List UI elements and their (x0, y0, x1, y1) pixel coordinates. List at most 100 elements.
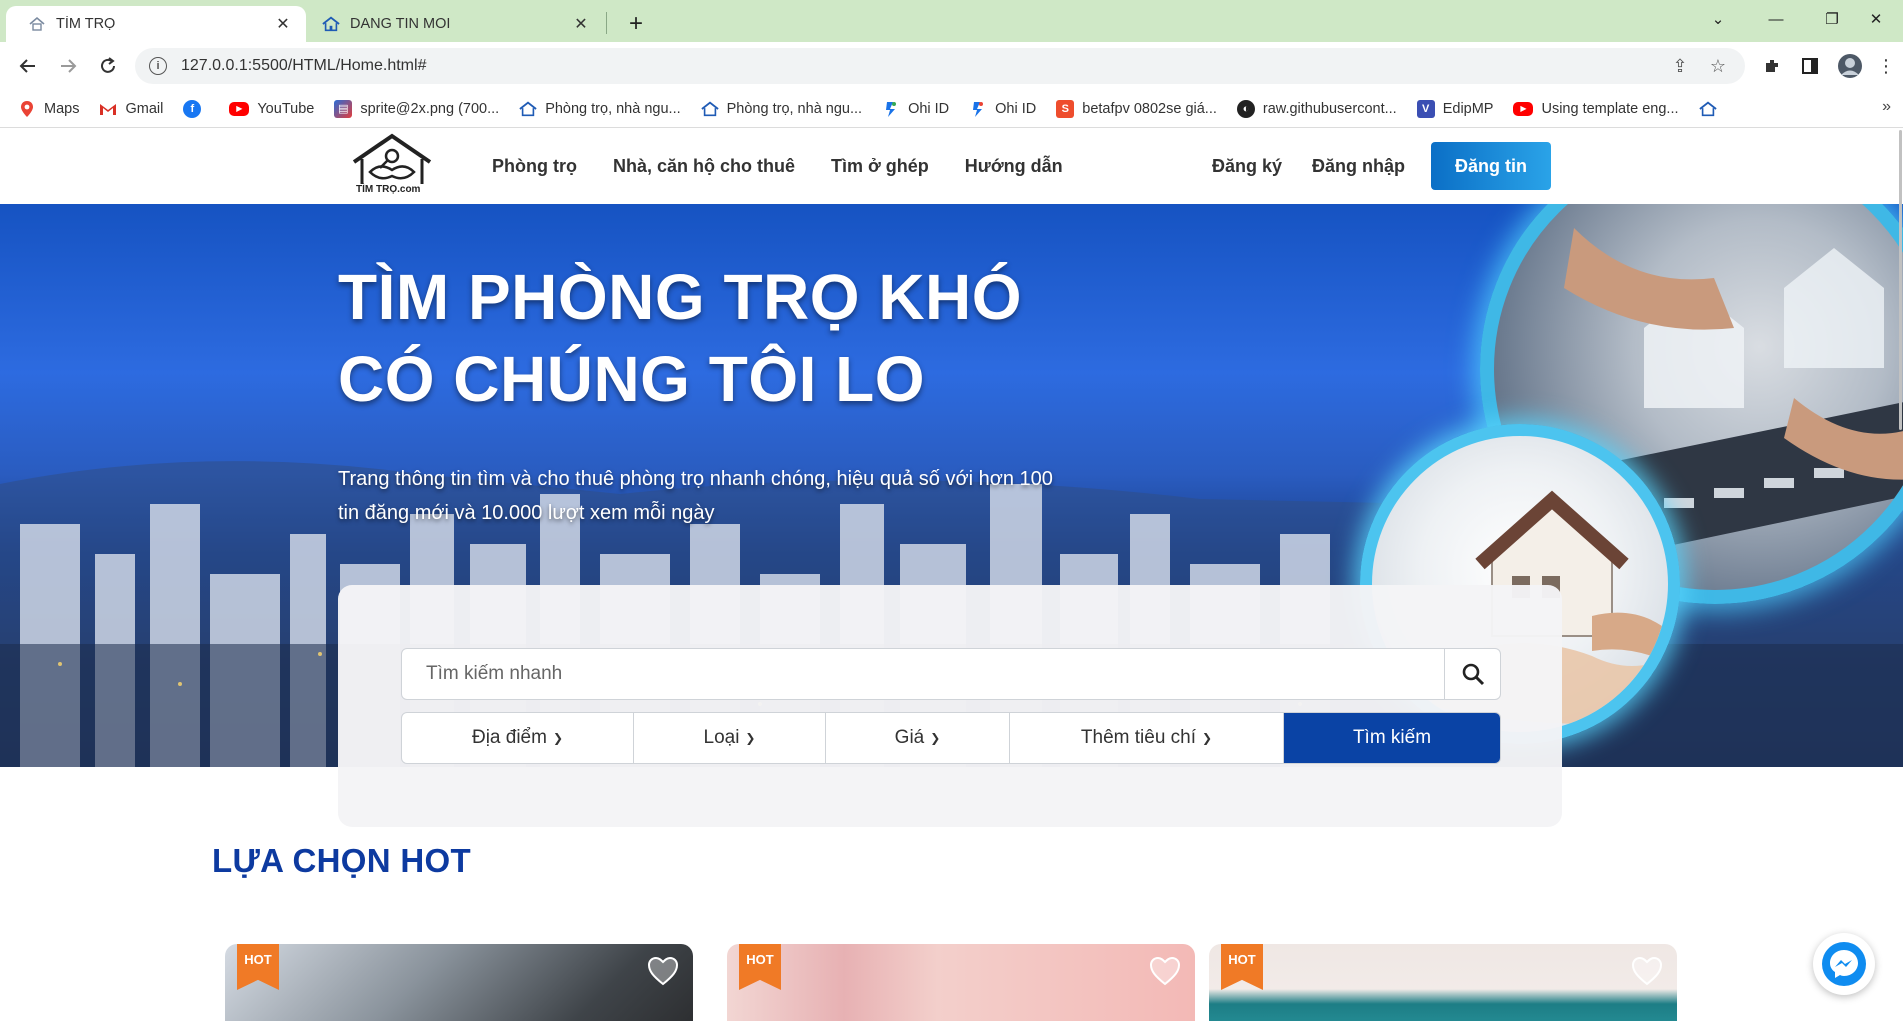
bookmark-betafpv[interactable]: S betafpv 0802se giá... (1056, 99, 1217, 118)
filter-price[interactable]: Giá ❯ (826, 713, 1010, 763)
nav-tim-o-ghep[interactable]: Tìm ở ghép (831, 156, 929, 177)
site-favicon-icon (28, 15, 46, 33)
chevron-down-icon: ❯ (1202, 731, 1213, 745)
url-text: 127.0.0.1:5500/HTML/Home.html# (181, 57, 427, 74)
nav-huong-dan[interactable]: Hướng dẫn (965, 156, 1063, 177)
hot-badge: HOT (739, 944, 781, 990)
bookmark-phongtro-1[interactable]: Phòng trọ, nhà ngu... (519, 100, 681, 118)
heart-icon[interactable] (1149, 956, 1181, 986)
page-scrollbar[interactable] (1897, 128, 1903, 1021)
bookmarks-bar: Maps Gmail f ▶ YouTube ▤ sprite@2x.png (… (0, 90, 1903, 128)
image-icon: ▤ (334, 99, 353, 118)
maps-icon (18, 100, 36, 118)
browser-toolbar: i 127.0.0.1:5500/HTML/Home.html# ⇪ ☆ ⋮ (0, 42, 1903, 90)
close-tab-icon[interactable]: ✕ (272, 13, 294, 35)
new-tab-button[interactable]: + (620, 8, 652, 40)
address-bar[interactable]: i 127.0.0.1:5500/HTML/Home.html# ⇪ ☆ (135, 48, 1745, 84)
nav-nha-can-ho[interactable]: Nhà, căn hộ cho thuê (613, 156, 795, 177)
youtube-icon: ▶ (229, 101, 250, 116)
close-tab-icon[interactable]: ✕ (570, 13, 592, 35)
search-icon (1462, 663, 1484, 686)
bookmark-phongtro-2[interactable]: Phòng trọ, nhà ngu... (700, 100, 862, 118)
filter-location[interactable]: Địa điểm ❯ (402, 713, 634, 763)
profile-avatar[interactable] (1836, 52, 1864, 80)
hot-badge: HOT (1221, 944, 1263, 990)
v-icon: V (1416, 99, 1435, 118)
hero-subtitle: Trang thông tin tìm và cho thuê phòng tr… (338, 468, 1053, 524)
bookmark-star-icon[interactable]: ☆ (1703, 48, 1733, 84)
chevron-down-icon: ❯ (930, 731, 941, 745)
hot-badge: HOT (237, 944, 279, 990)
hot-listing-card[interactable]: HOT (727, 944, 1195, 1021)
browser-menu-icon[interactable]: ⋮ (1872, 52, 1900, 80)
bookmark-raw-github[interactable]: ◐ raw.githubusercont... (1236, 99, 1397, 118)
bookmark-youtube[interactable]: ▶ YouTube (229, 101, 314, 117)
hot-section-title: LỰA CHỌN HOT (212, 842, 471, 879)
filter-type[interactable]: Loại ❯ (634, 713, 826, 763)
quick-search-box (401, 648, 1501, 700)
reload-button[interactable] (92, 50, 124, 82)
messenger-chat-button[interactable] (1813, 933, 1875, 995)
bookmark-ohi-1[interactable]: Ohi ID (882, 100, 949, 118)
share-icon[interactable]: ⇪ (1665, 48, 1695, 84)
house-icon (1698, 100, 1717, 118)
auth-nav: Đăng ký Đăng nhập (1212, 128, 1435, 204)
site-header: TÌM TRỌ.com Phòng trọ Nhà, căn hộ cho th… (0, 128, 1903, 204)
house-icon (700, 100, 719, 118)
chevron-down-icon: ❯ (745, 731, 756, 745)
tab-dang-tin-moi[interactable]: DANG TIN MOI ✕ (308, 6, 604, 42)
bookmark-house-extra[interactable] (1698, 100, 1725, 118)
tab-search-icon[interactable]: ⌄ (1690, 0, 1746, 38)
house-favicon-icon (322, 15, 340, 33)
scrollbar-thumb[interactable] (1899, 130, 1902, 430)
browser-tab-bar: TÌM TRỌ ✕ DANG TIN MOI ✕ + ⌄ — ❐ ✕ (0, 0, 1903, 42)
main-nav: Phòng trọ Nhà, căn hộ cho thuê Tìm ở ghé… (492, 128, 1099, 204)
tab-separator (606, 12, 607, 34)
search-filters: Địa điểm ❯ Loại ❯ Giá ❯ Thêm tiêu chí ❯ Tìm … (401, 712, 1501, 764)
heart-icon[interactable] (1631, 956, 1663, 986)
site-info-icon[interactable]: i (149, 57, 167, 75)
tab-tim-tro[interactable]: TÌM TRỌ ✕ (6, 6, 306, 42)
nav-phong-tro[interactable]: Phòng trọ (492, 156, 577, 177)
bookmark-sprite[interactable]: ▤ sprite@2x.png (700... (334, 99, 499, 118)
gmail-icon (99, 100, 117, 118)
hero-title: TÌM PHÒNG TRỌ KHÓ CÓ CHÚNG TÔI LO (338, 256, 1022, 420)
hot-listing-card[interactable]: HOT (225, 944, 693, 1021)
post-listing-button[interactable]: Đăng tin (1431, 142, 1551, 190)
globe-icon: ◐ (1236, 99, 1255, 118)
logo-text: TÌM TRỌ.com (356, 184, 421, 195)
minimize-button[interactable]: — (1748, 0, 1804, 38)
bookmark-ohi-2[interactable]: Ohi ID (969, 100, 1036, 118)
youtube-icon: ▶ (1513, 101, 1534, 116)
chevron-down-icon: ❯ (552, 731, 564, 745)
house-icon (519, 100, 537, 118)
close-window-button[interactable]: ✕ (1848, 0, 1903, 38)
extensions-icon[interactable] (1758, 52, 1786, 80)
bookmark-gmail[interactable]: Gmail (99, 100, 163, 118)
bookmarks-overflow-icon[interactable]: » (1882, 98, 1891, 116)
web-page: TÌM TRỌ.com Phòng trọ Nhà, căn hộ cho th… (0, 128, 1903, 1021)
forward-button[interactable] (52, 50, 84, 82)
side-panel-icon[interactable] (1796, 52, 1824, 80)
ohi-icon (969, 100, 987, 118)
tab-title: DANG TIN MOI (350, 16, 451, 32)
bookmark-facebook[interactable]: f (183, 99, 209, 118)
quick-search-input[interactable] (402, 649, 1444, 699)
heart-icon[interactable] (647, 956, 679, 986)
back-button[interactable] (12, 50, 44, 82)
hero-title-line1: TÌM PHÒNG TRỌ KHÓ (338, 261, 1023, 333)
hero-title-line2: CÓ CHÚNG TÔI LO (338, 343, 926, 415)
site-logo[interactable]: TÌM TRỌ.com (348, 132, 436, 202)
bookmark-edipmp[interactable]: V EdipMP (1416, 99, 1493, 118)
register-link[interactable]: Đăng ký (1212, 156, 1282, 177)
login-link[interactable]: Đăng nhập (1312, 156, 1405, 177)
hot-listing-card[interactable]: HOT (1209, 944, 1677, 1021)
bookmark-maps[interactable]: Maps (18, 100, 79, 118)
search-submit-button[interactable]: Tìm kiếm (1284, 713, 1500, 763)
search-icon-button[interactable] (1444, 649, 1500, 699)
tab-title: TÌM TRỌ (56, 16, 116, 32)
shopee-icon: S (1056, 99, 1075, 118)
messenger-icon (1822, 942, 1866, 986)
filter-more-criteria[interactable]: Thêm tiêu chí ❯ (1010, 713, 1284, 763)
bookmark-template[interactable]: ▶ Using template eng... (1513, 101, 1679, 117)
